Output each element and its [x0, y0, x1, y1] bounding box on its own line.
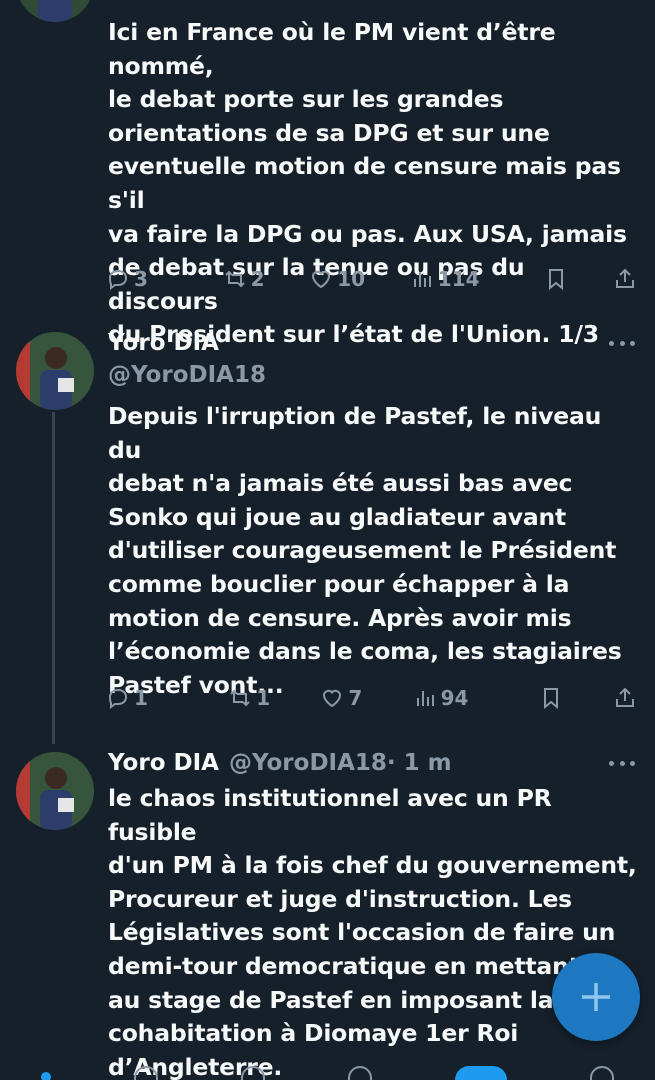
heart-icon [312, 270, 331, 289]
views-icon [413, 272, 431, 287]
handle[interactable]: @YoroDIA18 [108, 360, 266, 390]
bookmark-button[interactable] [544, 267, 568, 291]
reply-icon [108, 269, 128, 290]
share-button[interactable] [613, 686, 637, 710]
tweet-text: Depuis l'irruption de Pastef, le niveau … [108, 402, 622, 699]
timestamp[interactable]: · 1 m [387, 748, 452, 778]
like-count: 10 [337, 267, 366, 291]
bookmark-button[interactable] [539, 686, 563, 710]
heart-icon [323, 689, 342, 708]
compose-button[interactable] [552, 953, 640, 1041]
repost-button[interactable]: 1 [228, 686, 270, 710]
tweet-handle-row: @YoroDIA18 [108, 360, 266, 390]
share-icon [615, 687, 634, 707]
repost-icon [224, 270, 245, 288]
share-button[interactable] [613, 267, 637, 291]
reply-icon [108, 688, 128, 709]
repost-count: 1 [256, 686, 271, 710]
display-name[interactable]: Yoro DIA [108, 328, 219, 358]
like-button[interactable]: 7 [320, 686, 362, 710]
reply-count: 1 [134, 686, 148, 710]
like-count: 7 [348, 686, 363, 710]
repost-icon [230, 689, 250, 707]
display-name[interactable]: Yoro DIA [108, 748, 219, 778]
avatar[interactable] [16, 752, 94, 830]
tweet-header: Yoro DIA [108, 328, 219, 358]
avatar[interactable] [16, 332, 94, 410]
views-button[interactable]: 114 [410, 267, 480, 291]
avatar[interactable] [16, 0, 94, 22]
reply-count: 3 [134, 267, 148, 291]
views-count: 94 [440, 686, 469, 710]
repost-button[interactable]: 2 [223, 267, 265, 291]
handle[interactable]: @YoroDIA18 [229, 748, 387, 778]
tweet-header: Yoro DIA @YoroDIA18 · 1 m [108, 748, 452, 778]
tweet-text: Ici en France où le PM vient d’être nomm… [108, 18, 627, 349]
notifications-badge[interactable] [454, 1066, 507, 1080]
bookmark-icon [549, 269, 564, 291]
plus-icon [582, 983, 610, 1011]
views-icon [416, 691, 434, 706]
bottom-nav [0, 1066, 655, 1080]
messages-tab[interactable] [589, 1066, 614, 1080]
more-icon[interactable] [609, 758, 635, 768]
reply-button[interactable]: 3 [106, 267, 148, 291]
tweet-text: le chaos institutionnel avec un PR fusib… [108, 784, 637, 1080]
more-icon[interactable] [609, 338, 635, 348]
repost-count: 2 [250, 267, 265, 291]
tweet-actions: 1 1 7 94 [106, 683, 637, 713]
search-tab[interactable] [134, 1066, 159, 1080]
views-count: 114 [437, 267, 480, 291]
bookmark-icon [543, 688, 558, 710]
grok-tab[interactable] [241, 1066, 266, 1080]
home-tab-indicator[interactable] [41, 1072, 52, 1080]
thread-line [52, 412, 55, 744]
views-button[interactable]: 94 [413, 686, 469, 710]
like-button[interactable]: 10 [309, 267, 365, 291]
share-icon [615, 268, 634, 288]
tweet-actions: 3 2 10 114 [106, 264, 637, 294]
reply-button[interactable]: 1 [106, 686, 148, 710]
notifications-tab[interactable] [347, 1066, 372, 1080]
